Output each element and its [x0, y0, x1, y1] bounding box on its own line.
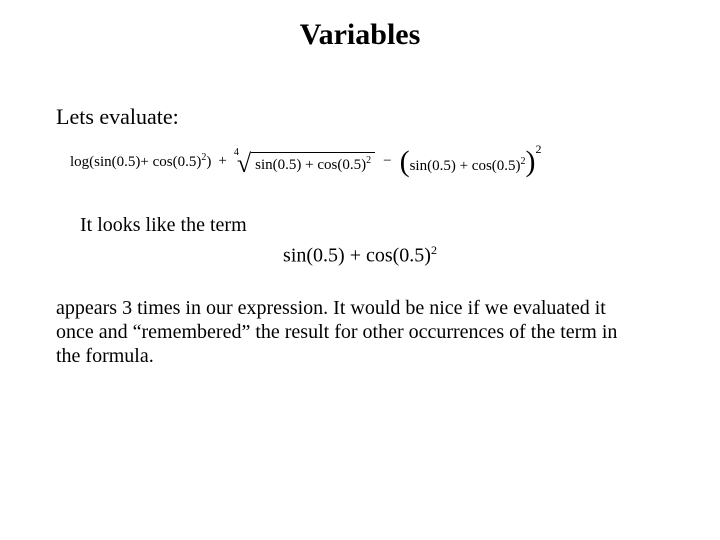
squared-term: (sin(0.5) + cos(0.5)2)2	[400, 144, 542, 178]
radical-icon: √	[237, 149, 251, 178]
left-paren-icon: (	[400, 145, 410, 178]
radicand-a: sin(0.5)	[255, 157, 301, 173]
log-term: log(sin(0.5)+ cos(0.5)2)	[70, 152, 211, 171]
plus-sign: +	[460, 158, 468, 174]
plus-sign: +	[140, 154, 148, 170]
right-paren-icon: )	[526, 145, 536, 178]
log-arg1: sin(0.5)	[94, 154, 140, 170]
lead-text: Lets evaluate:	[56, 104, 664, 130]
looks-like-text: It looks like the term	[80, 214, 664, 237]
radicand: sin(0.5) + cos(0.5)2	[251, 152, 375, 174]
radicand-b-base: cos(0.5)	[317, 157, 366, 173]
term-a: sin(0.5)	[283, 245, 345, 267]
third-a: sin(0.5)	[410, 158, 456, 174]
slide: Variables Lets evaluate: log(sin(0.5)+ c…	[0, 0, 720, 369]
radicand-b-exp: 2	[366, 155, 371, 166]
log-arg2-exp: 2	[201, 152, 206, 163]
log-arg2-base: cos(0.5)	[153, 154, 202, 170]
body-paragraph: appears 3 times in our expression. It wo…	[56, 296, 646, 369]
slide-title: Variables	[56, 18, 664, 52]
third-b-base: cos(0.5)	[472, 158, 521, 174]
main-formula: log(sin(0.5)+ cos(0.5)2) + 4 √sin(0.5) +…	[70, 144, 664, 184]
outer-exponent: 2	[536, 142, 542, 156]
log-label: log	[70, 154, 89, 170]
plus-sign: +	[305, 157, 313, 173]
term-b-exp: 2	[431, 243, 437, 257]
term-b-base: cos(0.5)	[366, 245, 431, 267]
third-b-exp: 2	[521, 156, 526, 167]
fourth-root: 4 √sin(0.5) + cos(0.5)2	[234, 146, 375, 176]
minus-sign: −	[383, 153, 391, 170]
plus-sign: +	[218, 153, 226, 170]
repeated-term: sin(0.5) + cos(0.5)2	[56, 243, 664, 268]
plus-sign: +	[350, 245, 361, 267]
